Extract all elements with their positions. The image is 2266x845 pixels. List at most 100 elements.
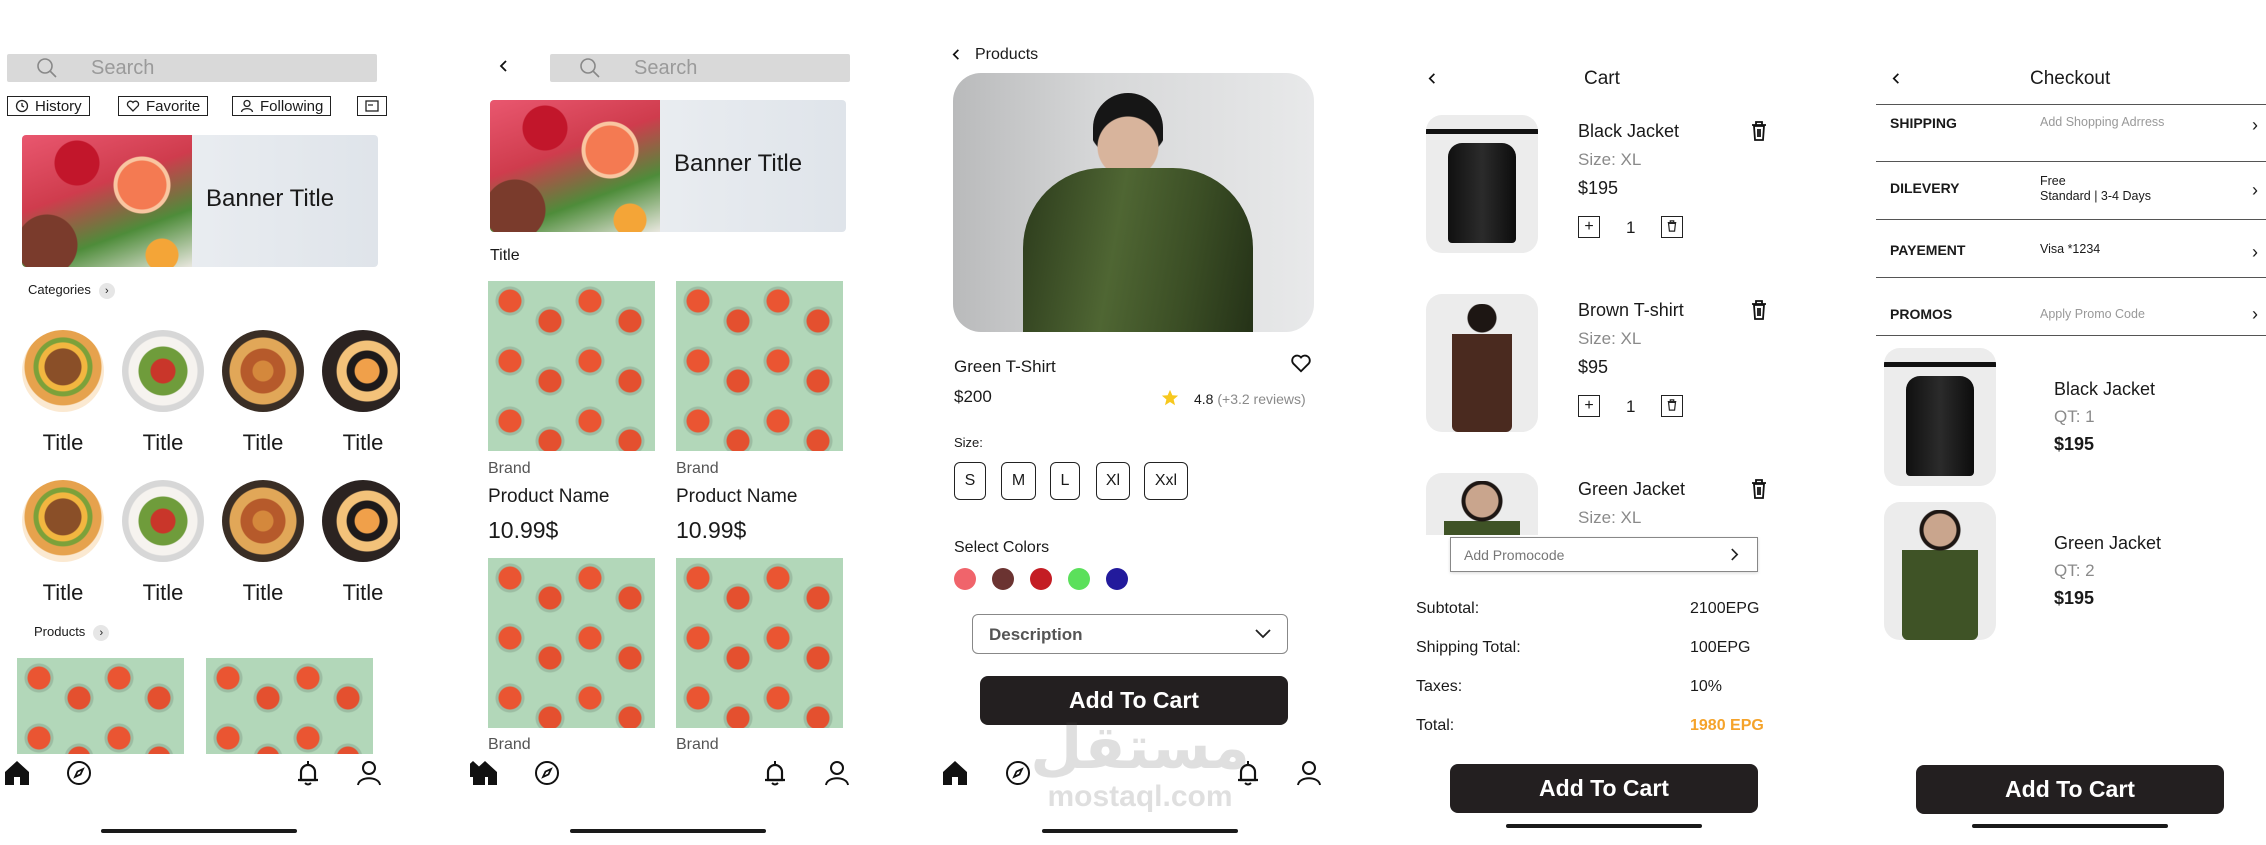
- order-item-qty: QT: 2: [2054, 561, 2095, 580]
- cart-item-price: $195: [1578, 178, 1619, 198]
- trash-icon[interactable]: [1750, 120, 1768, 142]
- product-image-tomatoes[interactable]: [676, 281, 843, 451]
- cart-item-image: [1426, 294, 1538, 432]
- checkout-row-shipping[interactable]: SHIPPING Add Shopping Adrress ›: [1876, 104, 2266, 162]
- order-item-price: $195: [2054, 588, 2095, 608]
- compass-icon[interactable]: [64, 758, 94, 788]
- size-option-xl[interactable]: Xl: [1096, 462, 1130, 500]
- chevron-right-icon: ›: [2252, 180, 2258, 200]
- category-image-shrimp[interactable]: [322, 480, 400, 562]
- trash-icon[interactable]: [1750, 299, 1768, 321]
- category-image-burger[interactable]: [22, 480, 104, 562]
- heart-icon: [126, 100, 140, 112]
- search-bar[interactable]: Search: [550, 54, 850, 82]
- bell-icon[interactable]: [760, 758, 790, 788]
- banner-food-image: [490, 100, 660, 232]
- chip-more[interactable]: [357, 96, 387, 116]
- category-image-pizza[interactable]: [222, 480, 304, 562]
- search-bar[interactable]: Search: [7, 54, 377, 82]
- categories-header[interactable]: Categories ›: [28, 282, 115, 299]
- size-option-m[interactable]: M: [1001, 462, 1036, 500]
- chip-history-label: History: [35, 97, 82, 115]
- history-icon: [15, 99, 29, 113]
- back-label[interactable]: Products: [975, 46, 1038, 64]
- size-option-l[interactable]: L: [1050, 462, 1080, 500]
- product-brand: Brand: [676, 460, 719, 477]
- shipping-value: 100EPG: [1690, 639, 1751, 656]
- promo-banner[interactable]: Banner Title: [490, 100, 846, 232]
- products-grid-screen: Search Banner Title Title Brand Brand Pr…: [470, 0, 870, 845]
- banner-title: Banner Title: [206, 185, 335, 212]
- increase-qty-button[interactable]: +: [1578, 216, 1600, 238]
- row-value: Visa *1234: [2040, 242, 2101, 256]
- bell-icon[interactable]: [293, 758, 323, 788]
- trash-icon: [1667, 399, 1677, 411]
- trash-icon: [1667, 220, 1677, 232]
- product-image-tomatoes[interactable]: [206, 658, 373, 754]
- product-image-tomatoes[interactable]: [17, 658, 184, 754]
- chevron-right-icon: ›: [2252, 304, 2258, 324]
- remove-qty-button[interactable]: [1661, 216, 1683, 238]
- back-icon[interactable]: [497, 59, 511, 73]
- home-indicator: [1972, 824, 2168, 828]
- row-value: Add Shopping Adrress: [2040, 115, 2165, 129]
- back-icon[interactable]: [950, 48, 963, 61]
- description-dropdown[interactable]: Description: [972, 614, 1288, 654]
- order-item-price: $195: [2054, 434, 2095, 454]
- increase-qty-button[interactable]: +: [1578, 395, 1600, 417]
- products-header[interactable]: Products ›: [34, 624, 110, 641]
- order-item-image: [1884, 348, 1996, 486]
- cart-item-name: Black Jacket: [1578, 121, 1680, 141]
- search-placeholder: Search: [91, 57, 155, 79]
- checkout-row-promos[interactable]: PROMOS Apply Promo Code ›: [1876, 278, 2266, 336]
- home-icon[interactable]: [470, 758, 500, 788]
- home-icon[interactable]: [2, 758, 32, 788]
- size-option-xxl[interactable]: Xxl: [1144, 462, 1188, 500]
- chip-favorite[interactable]: Favorite: [118, 96, 209, 116]
- category-image-burger[interactable]: [22, 330, 104, 412]
- product-image-tomatoes[interactable]: [676, 558, 843, 728]
- category-image-salad[interactable]: [122, 480, 204, 562]
- product-brand: Brand: [488, 736, 531, 753]
- back-icon[interactable]: [1426, 72, 1439, 85]
- checkout-row-delivery[interactable]: DILEVERY Free Standard | 3-4 Days ›: [1876, 162, 2266, 220]
- add-to-cart-button[interactable]: Add To Cart: [1450, 764, 1758, 813]
- taxes-value: 10%: [1690, 678, 1723, 695]
- product-image-tomatoes[interactable]: [488, 281, 655, 451]
- category-title: Title: [42, 580, 84, 605]
- size-option-s[interactable]: S: [954, 462, 986, 500]
- total-value: 1980 EPG: [1690, 717, 1764, 734]
- category-image-shrimp[interactable]: [322, 330, 400, 412]
- color-swatch-2[interactable]: [992, 568, 1014, 590]
- remove-qty-button[interactable]: [1661, 395, 1683, 417]
- color-swatch-5[interactable]: [1106, 568, 1128, 590]
- chip-following[interactable]: Following: [232, 96, 332, 116]
- compass-icon[interactable]: [532, 758, 562, 788]
- banner-title: Banner Title: [674, 150, 803, 177]
- promo-banner[interactable]: Banner Title: [22, 135, 378, 267]
- taxes-label: Taxes:: [1416, 678, 1463, 695]
- profile-icon[interactable]: [354, 758, 384, 788]
- profile-icon[interactable]: [822, 758, 852, 788]
- home-screen: Search History Favorite Following Banner…: [0, 0, 400, 845]
- color-swatch-3[interactable]: [1030, 568, 1052, 590]
- size-label: Size:: [954, 435, 983, 450]
- category-image-pizza[interactable]: [222, 330, 304, 412]
- category-title: Title: [242, 430, 284, 455]
- trash-icon[interactable]: [1750, 478, 1768, 500]
- profile-icon[interactable]: [1294, 758, 1324, 788]
- category-image-salad[interactable]: [122, 330, 204, 412]
- home-icon[interactable]: [940, 758, 970, 788]
- checkout-row-payment[interactable]: PAYEMENT Visa *1234 ›: [1876, 220, 2266, 278]
- chip-history[interactable]: History: [7, 96, 90, 116]
- product-image-tomatoes[interactable]: [488, 558, 655, 728]
- color-swatch-4[interactable]: [1068, 568, 1090, 590]
- back-icon[interactable]: [1890, 72, 1903, 85]
- promocode-placeholder: Add Promocode: [1464, 547, 1565, 563]
- add-to-cart-button[interactable]: Add To Cart: [1916, 765, 2224, 814]
- color-swatch-1[interactable]: [954, 568, 976, 590]
- promocode-input[interactable]: Add Promocode: [1450, 537, 1758, 572]
- search-placeholder: Search: [634, 57, 698, 79]
- order-item-name: Black Jacket: [2054, 379, 2156, 399]
- heart-icon[interactable]: [1290, 352, 1312, 374]
